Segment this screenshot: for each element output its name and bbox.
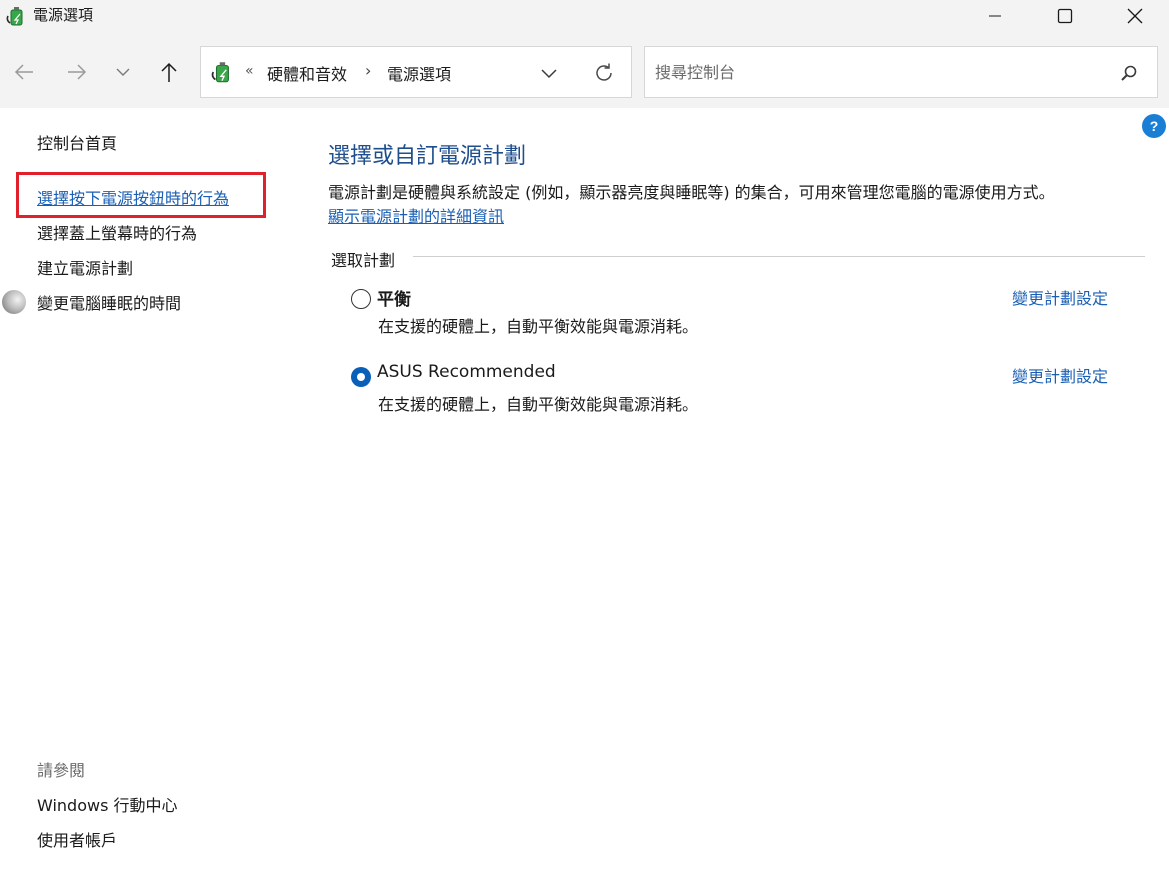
close-icon — [1127, 8, 1143, 24]
change-plan-settings-asus-recommended[interactable]: 變更計劃設定 — [1012, 363, 1108, 387]
create-power-plan-link[interactable]: 建立電源計劃 — [37, 255, 133, 279]
plan-name-balanced[interactable]: 平衡 — [377, 285, 411, 310]
address-bar[interactable]: « 硬體和音效 › 電源選項 — [200, 46, 632, 98]
page-title: 選擇或自訂電源計劃 — [328, 144, 527, 169]
chevron-down-icon — [116, 68, 130, 76]
plan-radio-asus-recommended[interactable] — [351, 367, 371, 387]
arrow-left-icon — [14, 64, 33, 80]
forward-button[interactable] — [61, 56, 93, 88]
breadcrumb-power-options[interactable]: 電源選項 — [387, 61, 451, 85]
plan-description-balanced: 在支援的硬體上，自動平衡效能與電源消耗。 — [378, 317, 699, 336]
refresh-button[interactable] — [591, 60, 617, 86]
chevron-down-icon — [541, 69, 557, 79]
minimize-button[interactable] — [966, 0, 1024, 32]
address-dropdown-button[interactable] — [537, 61, 561, 85]
arrow-right-icon — [68, 64, 87, 80]
navigation-bar: « 硬體和音效 › 電源選項 — [0, 36, 1169, 108]
search-box[interactable] — [644, 46, 1158, 98]
plan-description-asus-recommended: 在支援的硬體上，自動平衡效能與電源消耗。 — [378, 395, 699, 414]
back-button[interactable] — [8, 56, 40, 88]
moon-icon — [2, 290, 26, 314]
title-bar: 電源選項 — [0, 0, 1169, 36]
breadcrumb-hardware-sound[interactable]: 硬體和音效 — [267, 61, 347, 85]
power-button-behavior-link[interactable]: 選擇按下電源按鈕時的行為 — [37, 185, 229, 209]
recent-locations-button[interactable] — [107, 56, 139, 88]
plan-name-asus-recommended[interactable]: ASUS Recommended — [377, 362, 556, 382]
maximize-button[interactable] — [1036, 0, 1094, 32]
select-plan-label: 選取計劃 — [331, 251, 396, 270]
help-button[interactable]: ? — [1142, 114, 1166, 138]
search-input[interactable] — [655, 59, 1095, 85]
maximize-icon — [1057, 8, 1073, 24]
show-plan-details-link[interactable]: 顯示電源計劃的詳細資訊 — [328, 203, 504, 227]
search-icon[interactable] — [1117, 61, 1141, 85]
power-options-icon — [6, 7, 23, 26]
power-options-icon — [211, 62, 229, 83]
group-divider — [413, 256, 1145, 257]
page-description: 電源計劃是硬體與系統設定 (例如，顯示器亮度與睡眠等) 的集合，可用來管理您電腦… — [328, 183, 1055, 202]
control-panel-home-link[interactable]: 控制台首頁 — [37, 130, 117, 154]
refresh-icon — [596, 63, 612, 81]
lid-close-behavior-link[interactable]: 選擇蓋上螢幕時的行為 — [37, 220, 197, 244]
change-sleep-time-link[interactable]: 變更電腦睡眠的時間 — [37, 290, 181, 314]
user-accounts-link[interactable]: 使用者帳戶 — [37, 827, 117, 851]
close-button[interactable] — [1106, 0, 1164, 32]
breadcrumb-overflow[interactable]: « — [245, 63, 254, 79]
arrow-up-icon — [161, 62, 177, 82]
breadcrumb-separator[interactable]: › — [365, 61, 371, 80]
minimize-icon — [989, 15, 1001, 17]
up-button[interactable] — [153, 56, 185, 88]
windows-mobility-center-link[interactable]: Windows 行動中心 — [37, 792, 178, 816]
window-title: 電源選項 — [33, 6, 94, 24]
change-plan-settings-balanced[interactable]: 變更計劃設定 — [1012, 285, 1108, 309]
plan-radio-balanced[interactable] — [351, 289, 371, 309]
see-also-heading: 請參閱 — [37, 761, 86, 780]
